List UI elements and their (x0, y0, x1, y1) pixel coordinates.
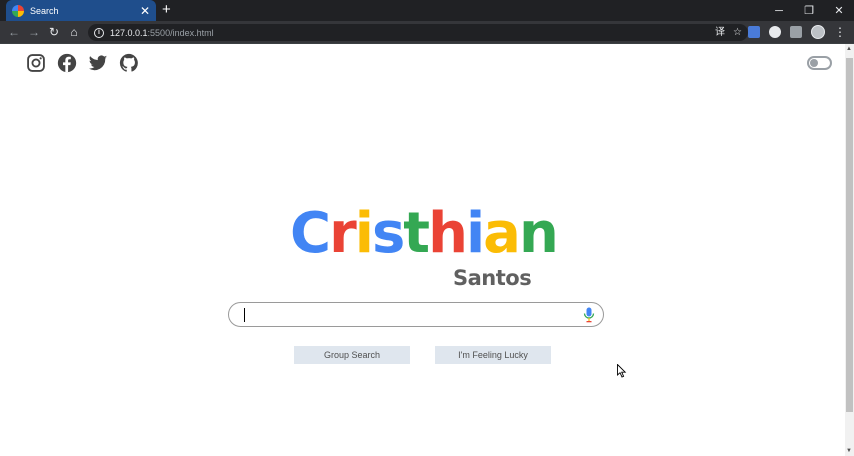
social-links (26, 53, 139, 73)
logo: Cristhian Santos (290, 201, 559, 291)
logo-title: Cristhian (290, 201, 559, 266)
logo-letter: s (371, 201, 405, 266)
scrollbar-thumb[interactable] (846, 58, 853, 412)
theme-toggle[interactable] (807, 56, 832, 70)
home-button[interactable]: ⌂ (66, 24, 82, 40)
logo-letter: t (403, 201, 430, 266)
toggle-knob (810, 59, 818, 67)
search-input[interactable] (228, 302, 604, 327)
text-caret (244, 308, 245, 322)
vertical-scrollbar[interactable]: ▲ ▼ (845, 44, 854, 456)
reload-button[interactable]: ↻ (46, 24, 62, 40)
extension-gear-icon[interactable] (769, 26, 781, 38)
favicon-icon (12, 4, 24, 17)
extension-translate-icon[interactable] (748, 26, 760, 38)
translate-icon[interactable]: 译 (715, 26, 725, 39)
group-search-button[interactable]: Group Search (294, 346, 410, 364)
twitter-icon[interactable] (88, 53, 108, 73)
scroll-down-icon[interactable]: ▼ (846, 448, 852, 454)
browser-tab[interactable]: Search ✕ (6, 0, 156, 21)
url-path: :5500/index.html (147, 27, 214, 38)
bookmark-star-icon[interactable]: ☆ (733, 26, 742, 39)
profile-avatar[interactable] (811, 25, 825, 39)
tab-close-icon[interactable]: ✕ (140, 5, 150, 17)
forward-button[interactable]: → (26, 24, 42, 40)
github-icon[interactable] (119, 53, 139, 73)
logo-letter: a (483, 201, 521, 266)
page-viewport: Cristhian Santos Group Search I'm Feelin… (0, 44, 845, 456)
tab-strip: Search ✕ + ─ ❐ ✕ (0, 0, 854, 21)
extensions-puzzle-icon[interactable] (790, 26, 802, 38)
logo-letter: C (290, 201, 331, 266)
mouse-cursor-icon (617, 364, 627, 378)
tab-title: Search (30, 5, 59, 16)
new-tab-button[interactable]: + (162, 2, 171, 18)
logo-subtitle: Santos (453, 266, 532, 290)
window-controls: ─ ❐ ✕ (764, 0, 854, 21)
url-host: 127.0.0.1 (110, 27, 148, 38)
restore-button[interactable]: ❐ (794, 0, 824, 21)
logo-letter: i (354, 201, 374, 266)
scroll-up-icon[interactable]: ▲ (846, 46, 852, 52)
logo-letter: h (428, 201, 468, 266)
logo-letter: r (329, 201, 357, 266)
logo-letter: n (518, 201, 559, 266)
site-info-icon[interactable]: i (94, 27, 104, 38)
close-window-button[interactable]: ✕ (824, 0, 854, 21)
browser-menu-icon[interactable]: ⋮ (834, 25, 846, 39)
back-button[interactable]: ← (6, 24, 22, 40)
address-bar[interactable]: i 127.0.0.1 :5500/index.html 译 ☆ (88, 24, 748, 41)
minimize-button[interactable]: ─ (764, 0, 794, 21)
extensions-area: ⋮ (748, 25, 846, 39)
logo-letter: i (465, 201, 485, 266)
instagram-icon[interactable] (26, 53, 46, 73)
feeling-lucky-button[interactable]: I'm Feeling Lucky (435, 346, 551, 364)
facebook-icon[interactable] (57, 53, 77, 73)
microphone-icon[interactable] (583, 307, 595, 323)
browser-toolbar: ← → ↻ ⌂ i 127.0.0.1 :5500/index.html 译 ☆… (0, 21, 854, 44)
